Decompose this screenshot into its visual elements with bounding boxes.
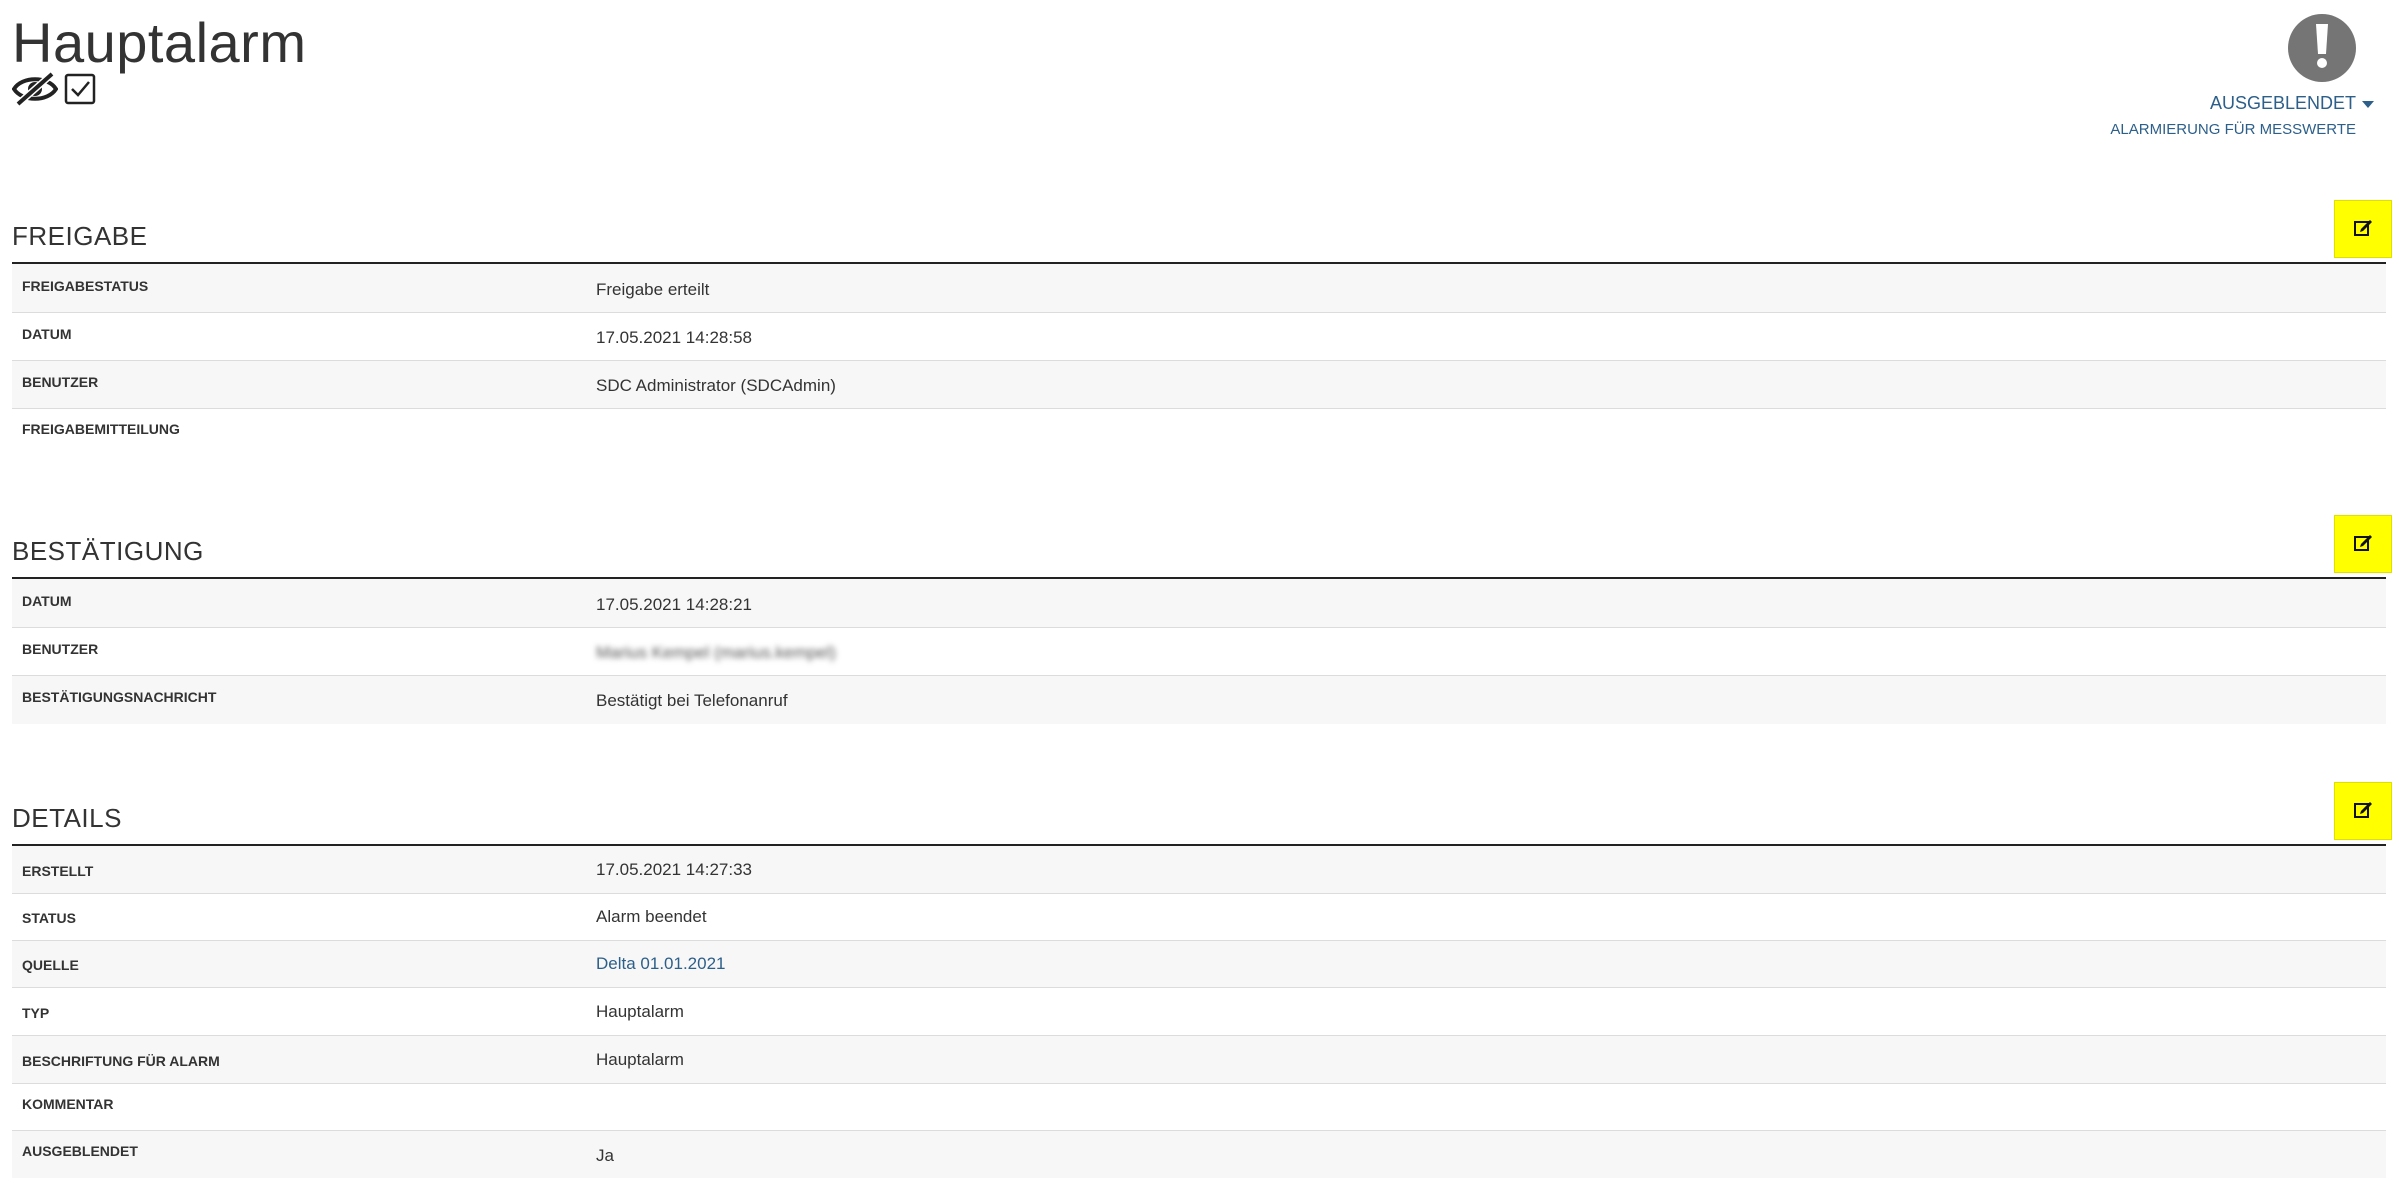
row-value: 17.05.2021 14:27:33 xyxy=(596,860,752,879)
table-row: DATUM 17.05.2021 14:28:58 xyxy=(12,313,2386,361)
section-header: FREIGABE xyxy=(12,198,2392,264)
table-row: BENUTZER SDC Administrator (SDCAdmin) xyxy=(12,361,2386,409)
table-row: BESCHRIFTUNG FÜR ALARM Hauptalarm xyxy=(12,1036,2386,1084)
edit-freigabe-button[interactable] xyxy=(2334,200,2392,258)
row-label: KOMMENTAR xyxy=(22,1096,114,1112)
row-label: AUSGEBLENDET xyxy=(22,1143,138,1159)
status-subtitle: ALARMIERUNG FÜR MESSWERTE xyxy=(2110,121,2356,138)
row-label: TYP xyxy=(22,1005,50,1021)
section-title: BESTÄTIGUNG xyxy=(12,536,204,566)
quelle-link[interactable]: Delta 01.01.2021 xyxy=(596,941,2386,987)
eye-slash-icon xyxy=(12,70,58,108)
row-value: Hauptalarm xyxy=(596,1050,684,1069)
section-header: BESTÄTIGUNG xyxy=(12,513,2392,579)
status-dropdown-label: AUSGEBLENDET xyxy=(2209,93,2356,113)
title-icons xyxy=(12,70,96,108)
table-row: QUELLE Delta 01.01.2021 xyxy=(12,941,2386,988)
table-row: STATUS Alarm beendet xyxy=(12,894,2386,941)
row-value: Ja xyxy=(596,1146,614,1165)
section-header: DETAILS xyxy=(12,780,2392,846)
edit-icon xyxy=(2353,799,2373,824)
row-value: Alarm beendet xyxy=(596,907,707,926)
section-bestaetigung: BESTÄTIGUNG DATUM 17.05.2021 14:28:21 BE… xyxy=(12,513,2392,724)
row-label: FREIGABESTATUS xyxy=(22,278,149,294)
row-value xyxy=(596,409,2386,457)
row-value: 17.05.2021 14:28:58 xyxy=(596,328,752,347)
checkbox-checked-icon xyxy=(64,73,96,105)
table-row: ERSTELLT 17.05.2021 14:27:33 xyxy=(12,846,2386,894)
table-row: BESTÄTIGUNGSNACHRICHT Bestätigt bei Tele… xyxy=(12,676,2386,724)
table-row: AUSGEBLENDET Ja xyxy=(12,1131,2386,1178)
section-freigabe: FREIGABE FREIGABESTATUS Freigabe erteilt… xyxy=(12,198,2392,457)
table-row: FREIGABEMITTEILUNG xyxy=(12,409,2386,457)
section-title: FREIGABE xyxy=(12,221,148,251)
edit-details-button[interactable] xyxy=(2334,782,2392,840)
row-value: Marius Kempel (marius.kempel) xyxy=(596,643,836,662)
table-row: TYP Hauptalarm xyxy=(12,988,2386,1036)
status-dropdown[interactable]: AUSGEBLENDET xyxy=(2210,93,2374,114)
row-label: BESCHRIFTUNG FÜR ALARM xyxy=(22,1053,220,1069)
row-value: Bestätigt bei Telefonanruf xyxy=(596,691,788,710)
row-value: Hauptalarm xyxy=(596,1002,684,1021)
row-label: DATUM xyxy=(22,593,72,609)
row-label: STATUS xyxy=(22,910,76,926)
row-label: QUELLE xyxy=(22,957,79,973)
section-title: DETAILS xyxy=(12,803,122,833)
row-value: 17.05.2021 14:28:21 xyxy=(596,595,752,614)
table-row: BENUTZER Marius Kempel (marius.kempel) xyxy=(12,628,2386,676)
table-row: FREIGABESTATUS Freigabe erteilt xyxy=(12,264,2386,313)
edit-icon xyxy=(2353,217,2373,242)
page-title: Hauptalarm xyxy=(12,11,307,74)
edit-bestaetigung-button[interactable] xyxy=(2334,515,2392,573)
row-label: BENUTZER xyxy=(22,374,99,390)
row-label: BENUTZER xyxy=(22,641,99,657)
row-value xyxy=(596,1084,2386,1130)
alert-circle xyxy=(2288,14,2356,82)
row-label: BESTÄTIGUNGSNACHRICHT xyxy=(22,689,217,705)
row-label: FREIGABEMITTEILUNG xyxy=(22,421,180,437)
edit-icon xyxy=(2353,532,2373,557)
table-row: DATUM 17.05.2021 14:28:21 xyxy=(12,579,2386,628)
caret-down-icon xyxy=(2362,93,2374,114)
exclamation-icon xyxy=(2312,22,2332,75)
table-row: KOMMENTAR xyxy=(12,1084,2386,1131)
row-value: SDC Administrator (SDCAdmin) xyxy=(596,376,836,395)
row-value: Freigabe erteilt xyxy=(596,280,710,299)
section-details: DETAILS ERSTELLT 17.05.2021 14:27:33 STA… xyxy=(12,780,2392,1178)
row-label: ERSTELLT xyxy=(22,863,94,879)
row-label: DATUM xyxy=(22,326,72,342)
